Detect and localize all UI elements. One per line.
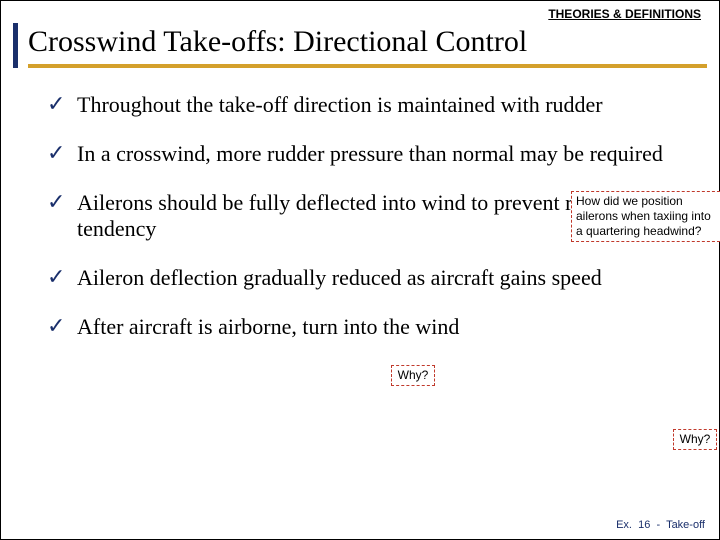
callout-box: Why? [673,429,717,450]
footer-page: 16 [638,519,650,531]
list-item: ✓ Aileron deflection gradually reduced a… [47,265,687,292]
list-item: ✓ After aircraft is airborne, turn into … [47,314,687,341]
bullet-text: After aircraft is airborne, turn into th… [77,314,687,341]
slide-frame: THEORIES & DEFINITIONS Crosswind Take-of… [0,0,720,540]
bullet-text: In a crosswind, more rudder pressure tha… [77,141,687,168]
check-icon: ✓ [47,314,77,338]
slide-title: Crosswind Take-offs: Directional Control [28,23,707,68]
list-item: ✓ Throughout the take-off direction is m… [47,92,687,119]
check-icon: ✓ [47,190,77,214]
bullet-text: Throughout the take-off direction is mai… [77,92,687,119]
footer: Ex. 16 - Take-off [616,519,705,531]
footer-sep: - [656,519,660,531]
check-icon: ✓ [47,92,77,116]
section-label: THEORIES & DEFINITIONS [13,7,707,21]
callout-box: Why? [391,365,435,386]
check-icon: ✓ [47,265,77,289]
list-item: ✓ In a crosswind, more rudder pressure t… [47,141,687,168]
footer-topic: Take-off [666,519,705,531]
check-icon: ✓ [47,141,77,165]
title-container: Crosswind Take-offs: Directional Control [13,23,707,68]
callout-box: How did we position ailerons when taxiin… [571,191,720,242]
bullet-text: Aileron deflection gradually reduced as … [77,265,687,292]
footer-prefix: Ex. [616,519,632,531]
